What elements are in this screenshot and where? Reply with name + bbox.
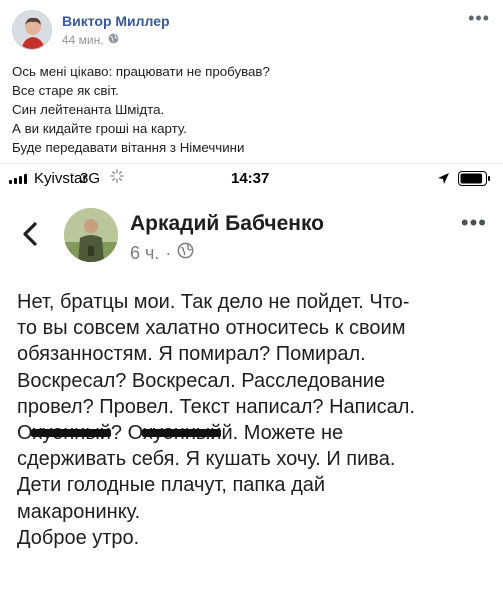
post-text-line: А ви кидайте гроші на карту.	[12, 121, 187, 136]
signal-icon	[9, 174, 27, 184]
embedded-post-time[interactable]: 6 ч.	[130, 243, 159, 264]
activity-spinner-icon	[110, 169, 124, 187]
post-text-line: Доброе утро.	[17, 526, 140, 549]
outer-post-header: Виктор Миллер 44 мин. •••	[12, 9, 492, 52]
post-text-line: обязанностям. Я помирал? Помирал.	[17, 343, 366, 366]
post-meta: 44 мин.	[62, 33, 119, 47]
post-text-line: то вы совсем халатно относитесь к своим	[17, 317, 406, 340]
post-text-line: макаронинку.	[17, 500, 141, 523]
embedded-author-name[interactable]: Аркадий Бабченко	[130, 212, 324, 236]
post-text-line-censored: Охуенный? Охуенныйй. Можете не	[17, 420, 497, 446]
post-text-line: Син лейтенанта Шмідта.	[12, 102, 165, 117]
censored-line-tail: й. Можете не	[221, 422, 344, 445]
more-options-button[interactable]: •••	[468, 9, 490, 27]
phone-status-bar: Kyivstar 3G 14:37	[0, 164, 503, 194]
embedded-more-options-button[interactable]: •••	[461, 212, 487, 234]
censored-word: Охуенный	[17, 420, 111, 446]
post-text-line: Дети голодные плачут, папка дай	[17, 474, 326, 497]
post-text-line: Ось мені цікаво: працювати не пробував?	[12, 64, 270, 79]
post-text-line: Буде передавати вітання з Німеччини	[12, 140, 245, 155]
meta-separator: ·	[165, 242, 172, 263]
avatar-photo	[13, 11, 51, 49]
embedded-post-header: Аркадий Бабченко 6 ч. · •••	[0, 200, 503, 272]
network-type: 3G	[80, 170, 101, 187]
status-time: 14:37	[231, 170, 270, 187]
location-arrow-icon	[437, 172, 450, 190]
author-avatar[interactable]	[12, 10, 52, 50]
post-text-line: сдерживать себя. Я кушать хочу. И пива.	[17, 448, 396, 471]
avatar-photo	[64, 208, 118, 262]
globe-icon	[108, 33, 119, 47]
post-text-line: Нет, братцы мои. Так дело не пойдет. Что…	[17, 291, 410, 313]
post-text-line: Воскресал? Воскресал. Расследование	[17, 369, 386, 392]
censored-word: Охуенный	[128, 420, 222, 446]
censored-line-mid: ?	[110, 422, 128, 445]
embedded-author-avatar[interactable]	[64, 208, 118, 262]
embedded-post-meta: 6 ч. ·	[130, 242, 194, 264]
embedded-screenshot[interactable]: Kyivstar 3G 14:37 Аркадий Бабченко 6 ч. …	[0, 163, 503, 591]
embedded-post-text: Нет, братцы мои. Так дело не пойдет. Что…	[17, 289, 497, 551]
post-time[interactable]: 44 мин.	[62, 33, 104, 47]
post-text-line: Все старе як світ.	[12, 83, 119, 98]
author-name[interactable]: Виктор Миллер	[62, 13, 170, 29]
battery-icon	[458, 171, 491, 186]
outer-post-text: Ось мені цікаво: працювати не пробував? …	[12, 62, 482, 157]
globe-icon	[177, 242, 194, 264]
chevron-left-icon[interactable]	[22, 222, 38, 251]
post-text-line: провел? Провел. Текст написал? Написал.	[17, 395, 416, 418]
